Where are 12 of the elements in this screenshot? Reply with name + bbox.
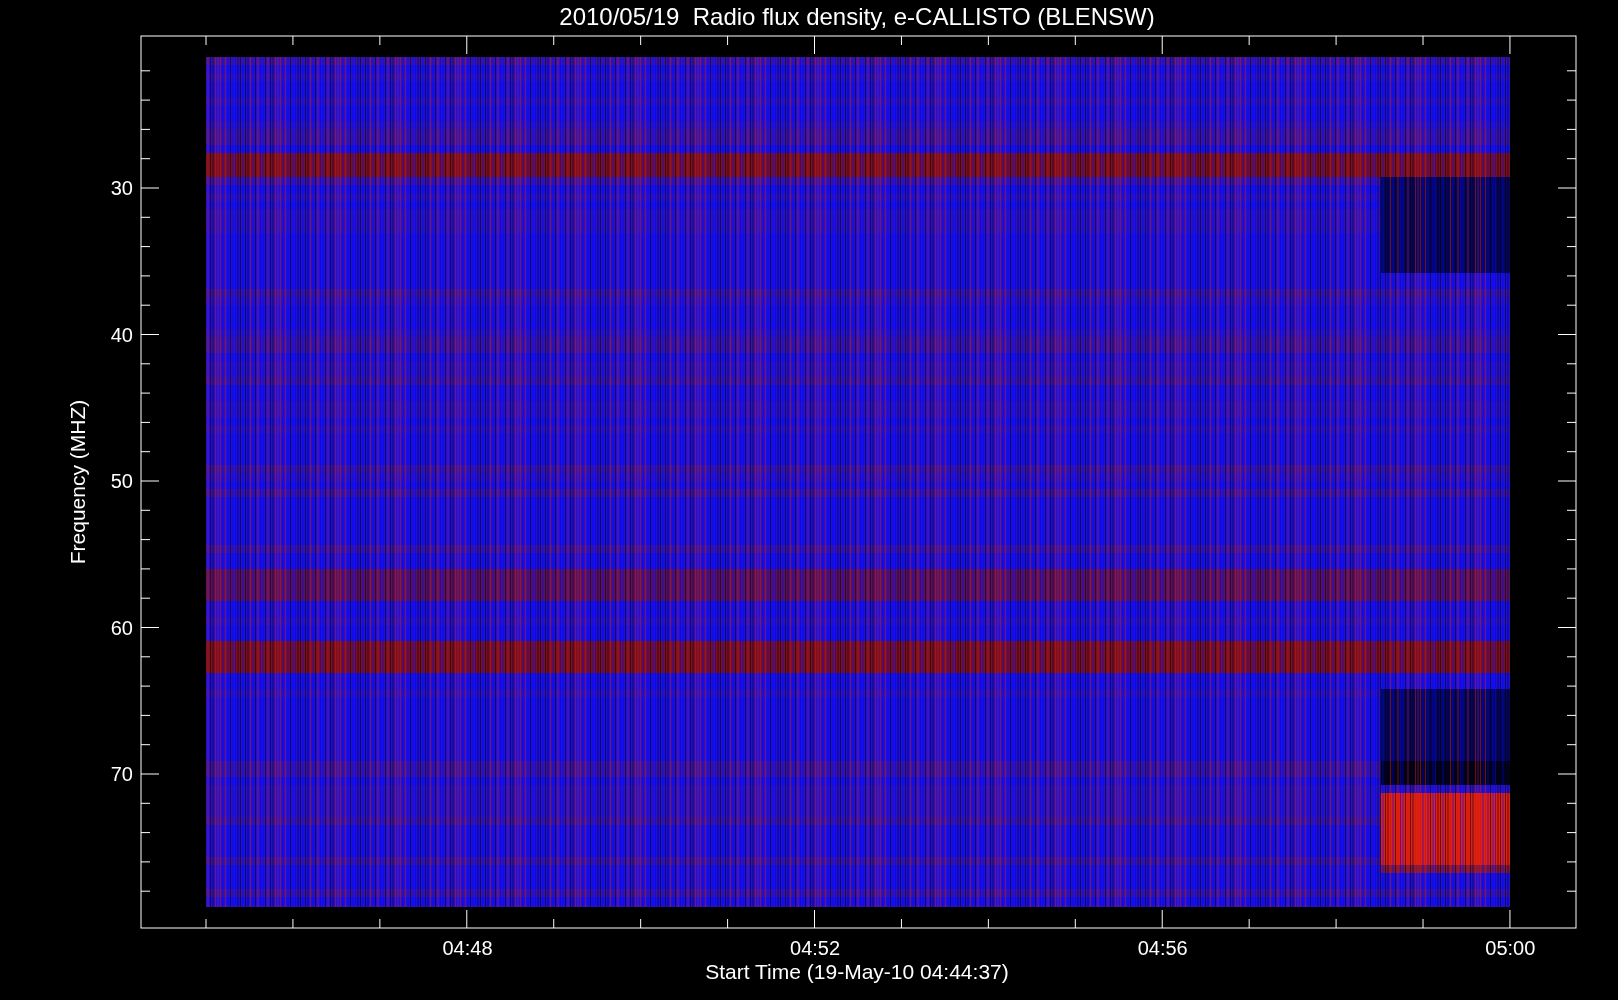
y-tick-label: 40 — [110, 323, 133, 346]
y-tick-label: 60 — [110, 616, 133, 639]
y-axis-label: Frequency (MHZ) — [66, 399, 89, 565]
x-tick-label: 04:52 — [790, 937, 841, 959]
y-tick-label: 70 — [110, 763, 133, 785]
x-axis-label: Start Time (19-May-10 04:44:37) — [705, 960, 1009, 983]
x-tick-label: 05:00 — [1485, 937, 1536, 959]
y-tick-label: 30 — [110, 177, 133, 199]
x-tick-label: 04:56 — [1137, 937, 1188, 959]
y-tick-label: 50 — [110, 470, 133, 492]
chart-title: 2010/05/19 Radio flux density, e-CALLISTO (BLENSW) — [559, 3, 1155, 30]
x-tick-label: 04:48 — [442, 937, 493, 959]
